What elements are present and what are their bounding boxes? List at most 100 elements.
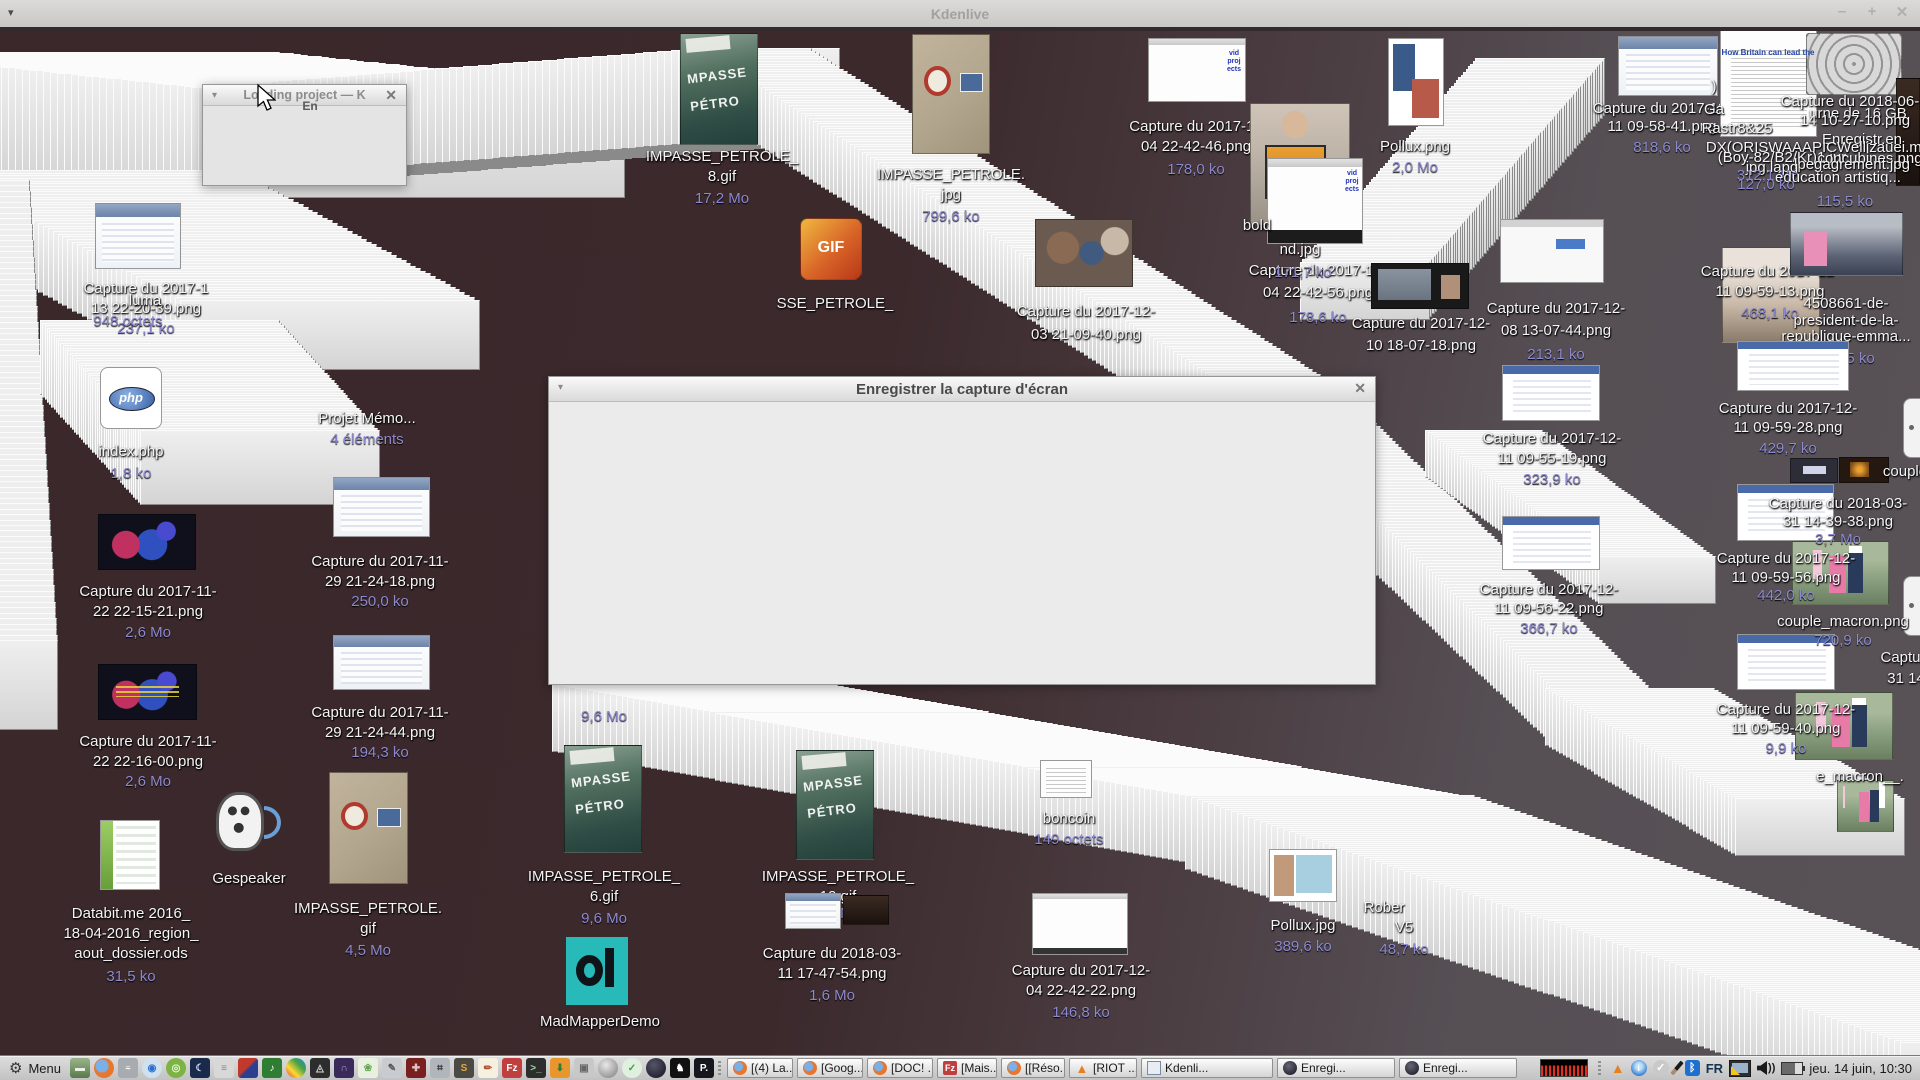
capture-2017-12-13-22-20-39-thumbnail[interactable] [95, 203, 181, 269]
capture-2017-12-08-13-07-44-thumbnail[interactable] [1500, 219, 1604, 283]
minimize-button[interactable]: – [1830, 3, 1854, 20]
red-utility-launcher-icon[interactable]: ✚ [406, 1058, 426, 1078]
taskbar-window-button-5[interactable]: ▲[RIOT ... [1069, 1058, 1137, 1078]
capture-2017-12-10-18-07-18-thumbnail[interactable] [1371, 263, 1469, 309]
impasse-petrole-jpg-thumbnail[interactable] [912, 34, 990, 154]
small-browser-thumb-thumbnail[interactable] [785, 893, 841, 929]
close-button[interactable]: ✕ [1890, 3, 1914, 21]
pen-tool-launcher-icon[interactable]: ✎ [382, 1058, 402, 1078]
capture-2017-12-11-09-58-41-thumbnail[interactable] [1618, 36, 1718, 96]
taskbar-window-button-4[interactable]: [[Réso... [1001, 1058, 1065, 1078]
window-tool-launcher-icon[interactable]: ▣ [574, 1058, 594, 1078]
keyboard-layout[interactable]: FR [1706, 1061, 1723, 1076]
group-photo-thumbnail[interactable] [1790, 212, 1903, 276]
capture-2017-11-22-22-15-21-thumbnail[interactable] [98, 514, 196, 570]
gespeaker-ghost-launcher-icon[interactable]: ⍨ [118, 1058, 138, 1078]
pollux-jpg-label: Pollux.jpg [1270, 917, 1335, 934]
taskbar-separator [718, 1061, 721, 1075]
eye-viewer-launcher-icon[interactable]: ◉ [142, 1058, 162, 1078]
taskbar-window-button-0[interactable]: [(4) La... [727, 1058, 793, 1078]
capture-2017-12-03-21-09-40-thumbnail[interactable] [1035, 219, 1133, 287]
capture-2017-11-29-21-24-18-thumbnail[interactable] [333, 477, 430, 537]
impasse-petrole-6-gif-label: 6.gif [590, 888, 618, 905]
capture-2017-12-11-09-59-28-thumbnail[interactable] [1737, 341, 1849, 391]
text-artifact: How Britain can lead the [1722, 48, 1815, 57]
maximize-button[interactable]: + [1860, 3, 1884, 20]
boncoin-thumbnail[interactable] [1040, 760, 1092, 798]
small-dark-thumb-thumbnail[interactable] [843, 895, 889, 925]
gespeaker-thumbnail[interactable] [216, 792, 282, 856]
close-icon[interactable]: ✕ [385, 87, 397, 104]
capture-2017-12-11-09-59-56-filesize: 442,0 ko [1757, 587, 1815, 604]
notes-launcher-icon[interactable]: ✏ [478, 1058, 498, 1078]
capture-2017-11-22-22-16-00-thumbnail[interactable] [98, 664, 197, 720]
gray-sphere-launcher-icon[interactable] [598, 1058, 618, 1078]
capture-2017-12-03-21-09-40-label: 03 21-09-40.png [1031, 326, 1141, 343]
pollux-png-thumbnail[interactable] [1388, 38, 1444, 126]
close-icon[interactable]: ✕ [1354, 380, 1366, 397]
spiral-image-thumbnail[interactable] [1806, 33, 1902, 95]
menu-button[interactable]: ⚙ Menu [0, 1056, 70, 1080]
audio-spectrum-monitor[interactable] [1540, 1059, 1588, 1077]
text-artifact: vid [1229, 50, 1239, 57]
info-shield-icon[interactable]: i [1631, 1060, 1647, 1076]
taskbar-window-button-7[interactable]: Enregi... [1277, 1058, 1395, 1078]
couple-photo-bottom-thumbnail[interactable] [1837, 780, 1894, 832]
settings-manager-launcher-icon[interactable]: ▬ [70, 1058, 90, 1078]
capture-2018-03-11-17-47-54-filesize: 1,6 Mo [809, 987, 855, 1004]
volume-icon[interactable]: )) [1757, 1061, 1775, 1075]
brush-icon[interactable] [1670, 1061, 1683, 1076]
taskbar-window-button-8[interactable]: Enregi... [1399, 1058, 1517, 1078]
editor-thumb-thumbnail[interactable] [1790, 458, 1838, 483]
unity-launcher-icon[interactable]: ◬ [310, 1058, 330, 1078]
music-player-launcher-icon[interactable]: ♪ [262, 1058, 282, 1078]
sublime-text-launcher-icon[interactable]: S [454, 1058, 474, 1078]
tablet-1-thumbnail[interactable] [1903, 398, 1920, 458]
photo-viewer-launcher-icon[interactable] [286, 1058, 306, 1078]
capture-2017-12-11-09-56-22-thumbnail[interactable] [1502, 516, 1600, 570]
impasse-petrole-8-gif-thumbnail[interactable] [680, 33, 758, 145]
ribbon-media-launcher-icon[interactable] [238, 1058, 258, 1078]
calculator-launcher-icon[interactable]: ⌗ [430, 1058, 450, 1078]
camera-sphere-launcher-icon[interactable] [646, 1058, 666, 1078]
desktop: ▾ Kdenlive – + ✕ IMPASSE_PETROLE_8.gif17… [0, 0, 1920, 1080]
downloads-box-launcher-icon[interactable]: ⬇ [550, 1058, 570, 1078]
text-artifact: couple [1883, 463, 1920, 480]
pokerstars-launcher-icon[interactable]: P. [694, 1058, 714, 1078]
impasse-petrole-gif-thumbnail[interactable] [329, 772, 408, 884]
firefox-launcher-icon[interactable] [94, 1058, 114, 1078]
pollux-jpg-thumbnail[interactable] [1269, 849, 1337, 902]
capture-2017-12-04-22-42-22-thumbnail[interactable] [1032, 893, 1128, 955]
time-tracker-launcher-icon[interactable]: ✓ [622, 1058, 642, 1078]
grapes-app-launcher-icon[interactable]: ❀ [358, 1058, 378, 1078]
capture-2017-12-08-13-07-44-label: 08 13-07-44.png [1501, 322, 1611, 339]
file-manager-launcher-icon[interactable]: ≡ [214, 1058, 234, 1078]
taskbar-window-button-2[interactable]: [DOC! ... [867, 1058, 933, 1078]
capture-2017-11-29-21-24-44-thumbnail[interactable] [333, 635, 430, 690]
text-artifact: 948 octets [93, 313, 162, 330]
databit-ods-thumbnail[interactable] [100, 820, 160, 890]
spiral-app-launcher-icon[interactable]: ◎ [166, 1058, 186, 1078]
recorder-icon [1405, 1061, 1419, 1075]
audio-headphones-launcher-icon[interactable]: ∩ [334, 1058, 354, 1078]
madmapperdemo-thumbnail[interactable] [566, 937, 628, 1005]
display-icon[interactable] [1729, 1060, 1751, 1077]
vlc-tray-icon[interactable]: ▲ [1611, 1060, 1625, 1076]
terminal-launcher-icon[interactable]: >_ [526, 1058, 546, 1078]
text-artifact: ects [1345, 186, 1359, 193]
text-artifact: 31 14 [1887, 670, 1920, 687]
taskbar-window-button-6[interactable]: Kdenli... [1141, 1058, 1273, 1078]
night-app-launcher-icon[interactable]: ☾ [190, 1058, 210, 1078]
capture-2017-11-29-21-24-44-label: 29 21-24-44.png [325, 724, 435, 741]
dark-horse-app-launcher-icon[interactable]: ♞ [670, 1058, 690, 1078]
update-check-icon[interactable]: ✓ [1653, 1060, 1669, 1076]
filezilla-launcher-icon[interactable]: Fz [502, 1058, 522, 1078]
taskbar-window-button-3[interactable]: Fz[Mais... [937, 1058, 997, 1078]
capture-2017-12-11-09-55-19-thumbnail[interactable] [1502, 365, 1600, 421]
save-dialog-titlebar[interactable]: ▾ Enregistrer la capture d'écran ✕ [549, 377, 1375, 402]
lamp-thumb-thumbnail[interactable] [1839, 457, 1889, 483]
battery-icon[interactable] [1781, 1062, 1803, 1075]
taskbar-window-button-1[interactable]: [Goog... [797, 1058, 863, 1078]
bluetooth-icon[interactable]: ᛒ [1685, 1060, 1700, 1076]
clock[interactable]: jeu. 14 juin, 10:30 [1809, 1061, 1912, 1076]
